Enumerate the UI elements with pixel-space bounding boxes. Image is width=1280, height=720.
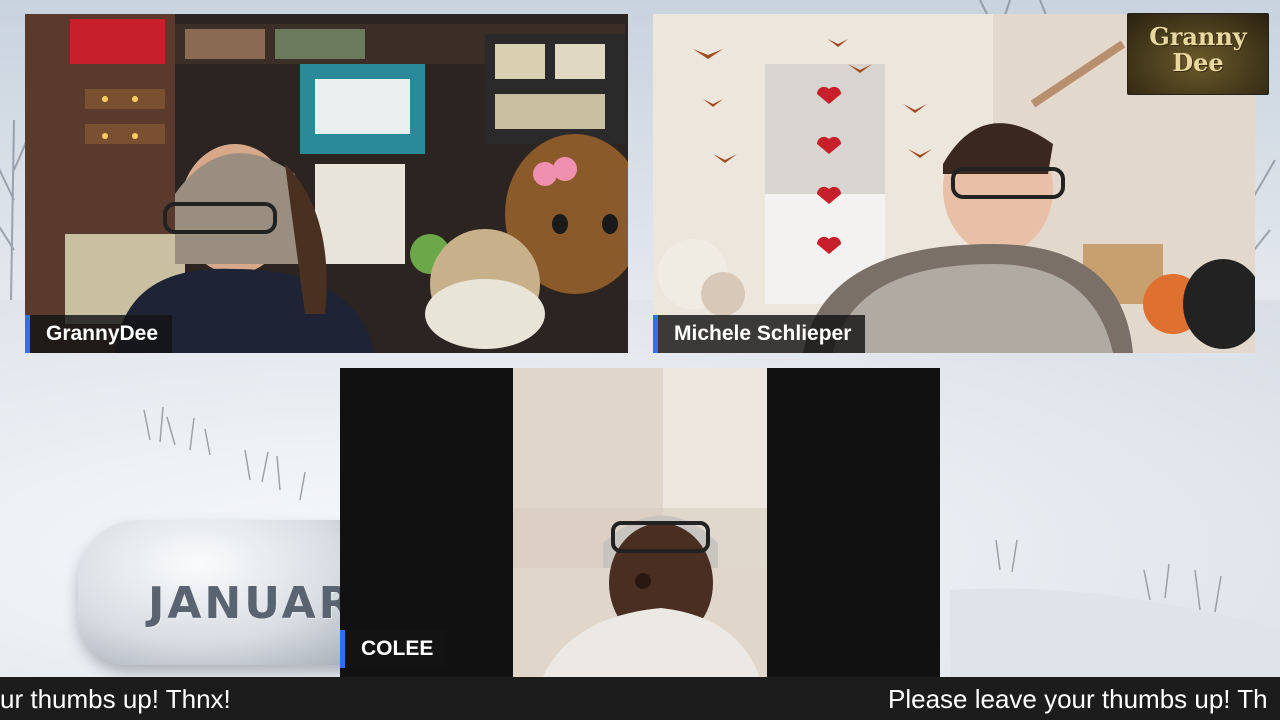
video-tile-colee[interactable]: COLEE: [340, 368, 940, 705]
video-feed-colee: [513, 368, 767, 705]
logo-line-1: Granny: [1149, 22, 1247, 51]
stone-text: JANUAR: [148, 578, 356, 629]
ticker-text-left: ur thumbs up! Thnx!: [0, 684, 231, 714]
ticker-text-right: Please leave your thumbs up! Th: [888, 684, 1268, 714]
video-feed-grannydee: [25, 14, 628, 353]
video-tile-grannydee[interactable]: GrannyDee: [25, 14, 628, 353]
logo-text: Granny Dee: [1128, 24, 1268, 76]
channel-logo: Granny Dee: [1127, 13, 1269, 95]
logo-line-2: Dee: [1172, 48, 1224, 77]
participant-name-tag: COLEE: [340, 630, 448, 668]
participant-name-tag: GrannyDee: [25, 315, 173, 353]
participant-name-tag: Michele Schlieper: [653, 315, 866, 353]
scrolling-ticker: ur thumbs up! Thnx! Please leave your th…: [0, 677, 1280, 720]
